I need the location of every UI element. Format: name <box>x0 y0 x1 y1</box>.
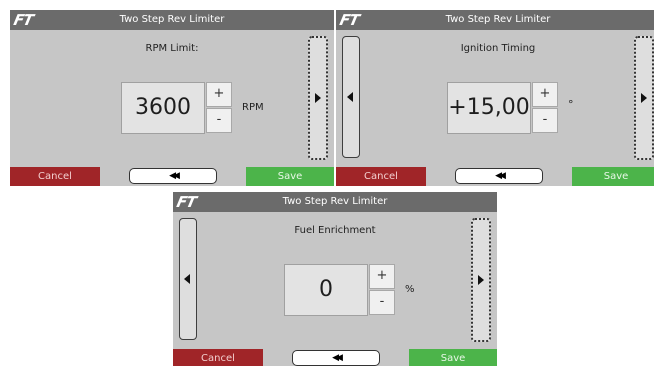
unit-label: ° <box>568 98 574 111</box>
double-left-arrow-icon: ◀◀ <box>169 171 180 181</box>
triangle-right-icon <box>315 93 321 103</box>
parameter-label: Fuel Enrichment <box>294 225 376 236</box>
decrement-button[interactable]: - <box>532 108 558 133</box>
decrement-button[interactable]: - <box>206 108 232 133</box>
next-page-button[interactable] <box>308 36 328 160</box>
screen-rpm-limit: FT Two Step Rev Limiter RPM Limit: 3600 … <box>10 10 334 186</box>
increment-button[interactable]: + <box>369 264 395 289</box>
save-button[interactable]: Save <box>246 167 334 186</box>
save-button[interactable]: Save <box>409 349 497 366</box>
parameter-label: Ignition Timing <box>460 43 536 54</box>
triangle-left-icon <box>184 274 190 284</box>
title-bar: FT Two Step Rev Limiter <box>10 10 334 30</box>
screen-title: Two Step Rev Limiter <box>119 14 225 25</box>
cancel-button[interactable]: Cancel <box>173 349 263 366</box>
triangle-left-icon <box>347 92 353 102</box>
unit-label: RPM <box>242 102 264 113</box>
triangle-right-icon <box>478 275 484 285</box>
previous-page-button[interactable] <box>342 36 360 158</box>
double-left-arrow-icon: ◀◀ <box>332 353 343 363</box>
value-display: 3600 <box>121 82 205 134</box>
stage: FT Two Step Rev Limiter RPM Limit: 3600 … <box>0 0 654 366</box>
footer-bar: Cancel ◀◀ Save <box>10 167 334 186</box>
triangle-right-icon <box>641 93 647 103</box>
cancel-button[interactable]: Cancel <box>336 167 426 186</box>
value-display: +15,00 <box>447 82 531 134</box>
save-button[interactable]: Save <box>572 167 654 186</box>
title-bar: FT Two Step Rev Limiter <box>173 192 497 212</box>
back-button[interactable]: ◀◀ <box>129 168 217 184</box>
decrement-button[interactable]: - <box>369 290 395 315</box>
previous-page-button[interactable] <box>179 218 197 340</box>
parameter-label: RPM Limit: <box>145 43 199 54</box>
double-left-arrow-icon: ◀◀ <box>495 171 506 181</box>
back-button[interactable]: ◀◀ <box>292 350 380 366</box>
cancel-button[interactable]: Cancel <box>10 167 100 186</box>
increment-button[interactable]: + <box>206 82 232 107</box>
next-page-button[interactable] <box>471 218 491 342</box>
increment-button[interactable]: + <box>532 82 558 107</box>
screen-title: Two Step Rev Limiter <box>282 196 388 207</box>
unit-label: % <box>405 284 415 295</box>
screen-fuel-enrichment: FT Two Step Rev Limiter Fuel Enrichment … <box>173 192 497 366</box>
title-bar: FT Two Step Rev Limiter <box>336 10 654 30</box>
screen-ignition-timing: FT Two Step Rev Limiter Ignition Timing … <box>336 10 654 186</box>
footer-bar: Cancel ◀◀ Save <box>336 167 654 186</box>
screen-title: Two Step Rev Limiter <box>445 14 551 25</box>
back-button[interactable]: ◀◀ <box>455 168 543 184</box>
next-page-button[interactable] <box>634 36 654 160</box>
value-display: 0 <box>284 264 368 316</box>
footer-bar: Cancel ◀◀ Save <box>173 349 497 366</box>
